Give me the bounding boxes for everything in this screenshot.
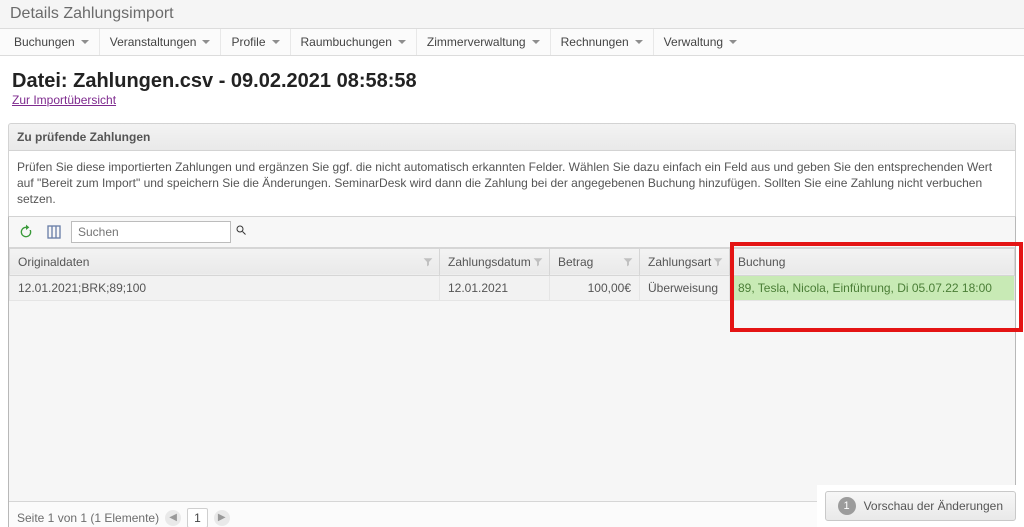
table-row[interactable]: 12.01.2021;BRK;89;100 12.01.2021 100,00€… (10, 275, 1015, 300)
pager-prev[interactable]: ◀ (165, 510, 181, 526)
menu-label: Veranstaltungen (110, 35, 197, 49)
menu-label: Raumbuchungen (301, 35, 392, 49)
footer-bar: 1 Vorschau der Änderungen (817, 485, 1024, 527)
search-box[interactable] (71, 221, 231, 243)
payments-grid: Originaldaten Zahlungsdatum Betrag (8, 216, 1016, 527)
pager-summary: Seite 1 von 1 (1 Elemente) (17, 511, 159, 525)
cell-zahlungsdatum[interactable]: 12.01.2021 (440, 275, 550, 300)
preview-changes-button[interactable]: 1 Vorschau der Änderungen (825, 491, 1016, 521)
col-label: Buchung (738, 255, 785, 269)
cell-betrag[interactable]: 100,00€ (550, 275, 640, 300)
menu-verwaltung[interactable]: Verwaltung (653, 29, 747, 55)
preview-button-label: Vorschau der Änderungen (864, 499, 1003, 513)
filter-icon[interactable] (533, 257, 543, 267)
columns-button[interactable] (43, 221, 65, 243)
chevron-down-icon (532, 40, 540, 44)
back-link[interactable]: Zur Importübersicht (12, 93, 116, 107)
menu-label: Verwaltung (664, 35, 723, 49)
search-icon[interactable] (235, 224, 247, 239)
filter-icon[interactable] (623, 257, 633, 267)
chevron-down-icon (398, 40, 406, 44)
panel-title: Zu prüfende Zahlungen (8, 123, 1016, 151)
refresh-icon (18, 224, 34, 240)
col-label: Zahlungsdatum (448, 255, 531, 269)
menu-label: Rechnungen (561, 35, 629, 49)
pager-next[interactable]: ▶ (214, 510, 230, 526)
columns-icon (46, 224, 62, 240)
page-title: Datei: Zahlungen.csv - 09.02.2021 08:58:… (12, 70, 1012, 93)
filter-icon[interactable] (423, 257, 433, 267)
window-title: Details Zahlungsimport (0, 0, 1024, 29)
chevron-down-icon (81, 40, 89, 44)
menu-label: Profile (231, 35, 265, 49)
menu-label: Buchungen (14, 35, 75, 49)
col-betrag[interactable]: Betrag (550, 248, 640, 275)
col-buchung[interactable]: Buchung (730, 248, 1015, 275)
chevron-down-icon (202, 40, 210, 44)
filter-icon[interactable] (713, 257, 723, 267)
pager-page-1[interactable]: 1 (187, 508, 208, 527)
menu-label: Zimmerverwaltung (427, 35, 526, 49)
cell-originaldaten[interactable]: 12.01.2021;BRK;89;100 (10, 275, 440, 300)
main-menu: Buchungen Veranstaltungen Profile Raumbu… (0, 29, 1024, 56)
col-zahlungsdatum[interactable]: Zahlungsdatum (440, 248, 550, 275)
grid-toolbar (9, 217, 1015, 248)
menu-rechnungen[interactable]: Rechnungen (550, 29, 653, 55)
col-zahlungsart[interactable]: Zahlungsart (640, 248, 730, 275)
step-badge: 1 (838, 497, 856, 515)
col-label: Zahlungsart (648, 255, 711, 269)
cell-zahlungsart[interactable]: Überweisung (640, 275, 730, 300)
refresh-button[interactable] (15, 221, 37, 243)
menu-zimmerverwaltung[interactable]: Zimmerverwaltung (416, 29, 550, 55)
chevron-down-icon (635, 40, 643, 44)
col-originaldaten[interactable]: Originaldaten (10, 248, 440, 275)
menu-buchungen[interactable]: Buchungen (4, 29, 99, 55)
search-input[interactable] (76, 224, 235, 240)
col-label: Betrag (558, 255, 593, 269)
menu-veranstaltungen[interactable]: Veranstaltungen (99, 29, 221, 55)
col-label: Originaldaten (18, 255, 89, 269)
chevron-down-icon (729, 40, 737, 44)
grid-empty-area (9, 301, 1015, 501)
grid-header-row: Originaldaten Zahlungsdatum Betrag (10, 248, 1015, 275)
chevron-down-icon (272, 40, 280, 44)
cell-buchung[interactable]: 89, Tesla, Nicola, Einführung, Di 05.07.… (730, 275, 1015, 300)
menu-raumbuchungen[interactable]: Raumbuchungen (290, 29, 416, 55)
menu-profile[interactable]: Profile (220, 29, 289, 55)
panel-hint-text: Prüfen Sie diese importierten Zahlungen … (8, 151, 1016, 216)
